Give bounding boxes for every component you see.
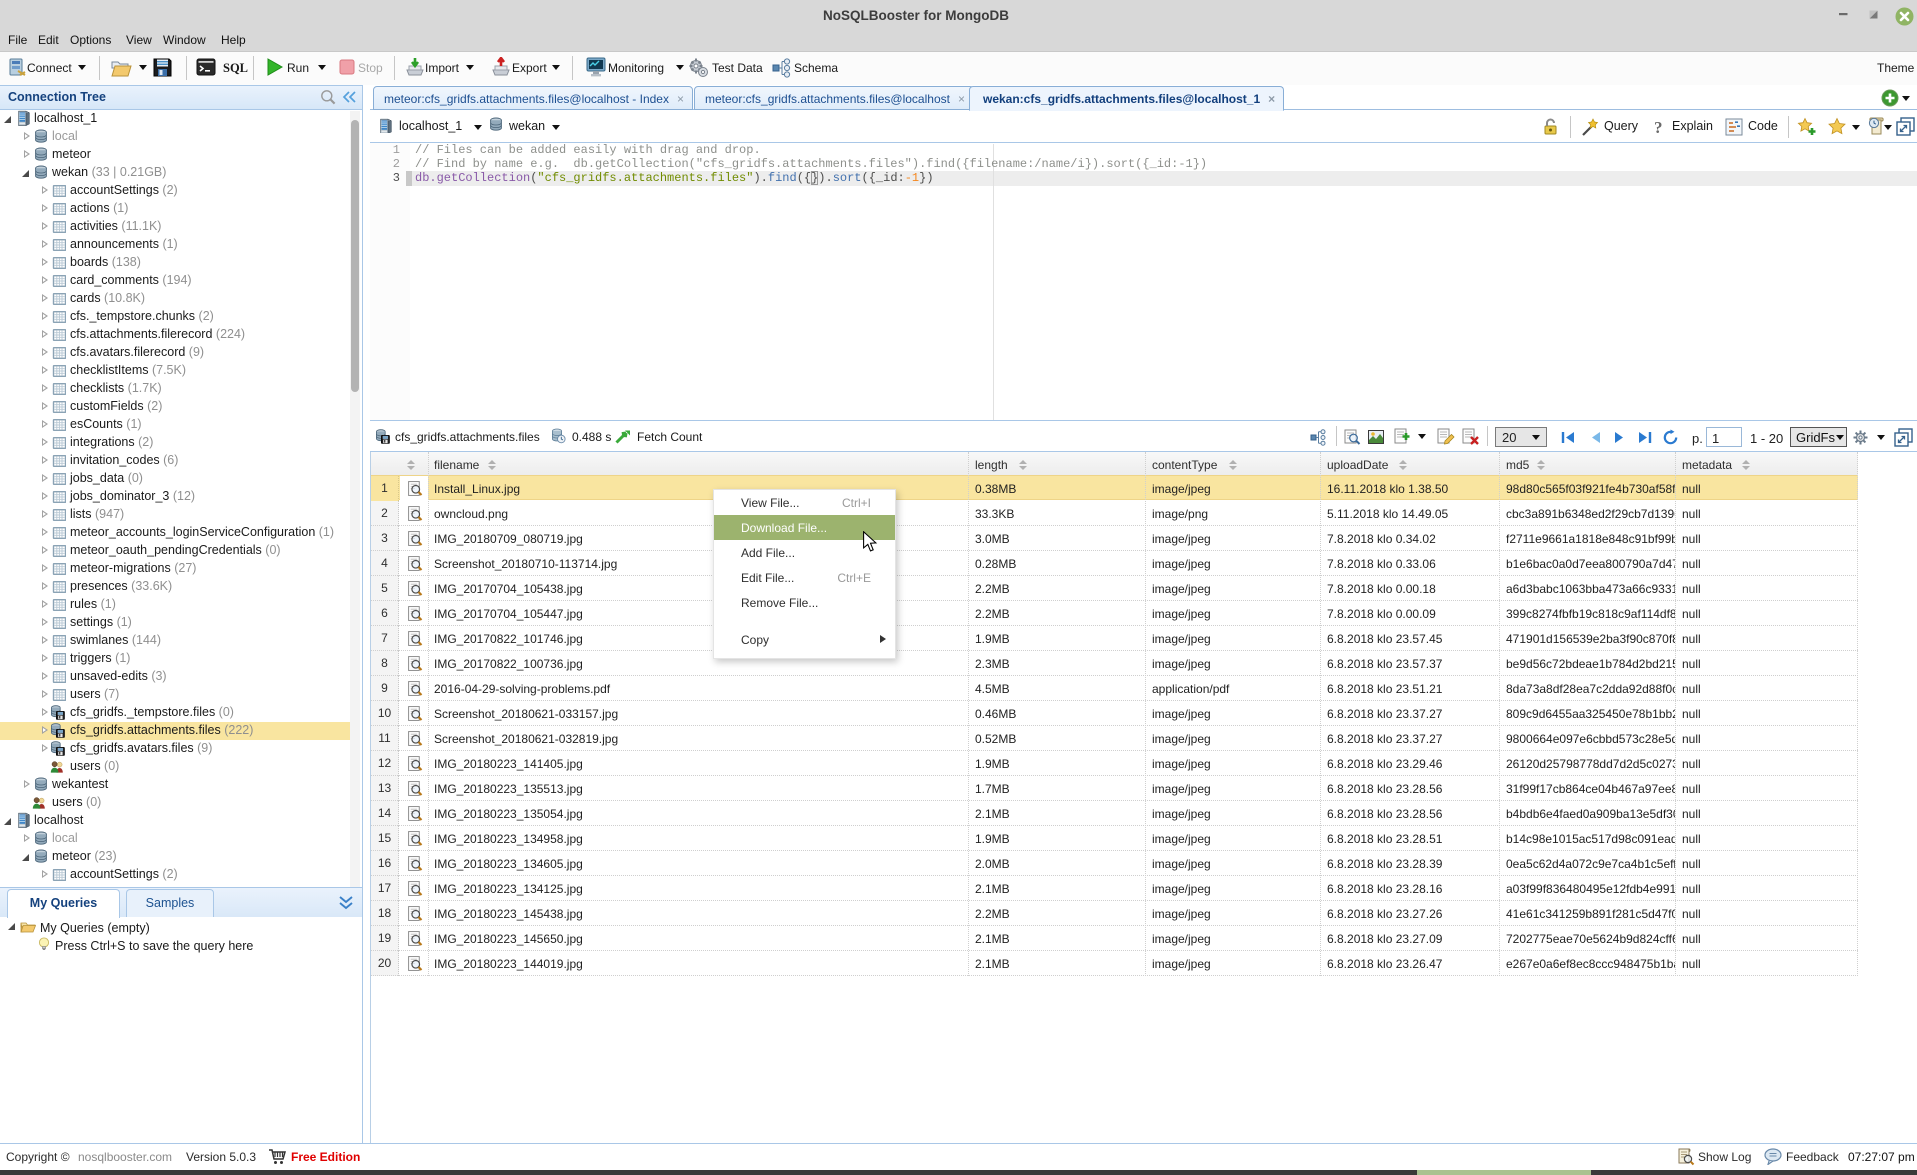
svg-text:?: ?: [1654, 118, 1663, 137]
